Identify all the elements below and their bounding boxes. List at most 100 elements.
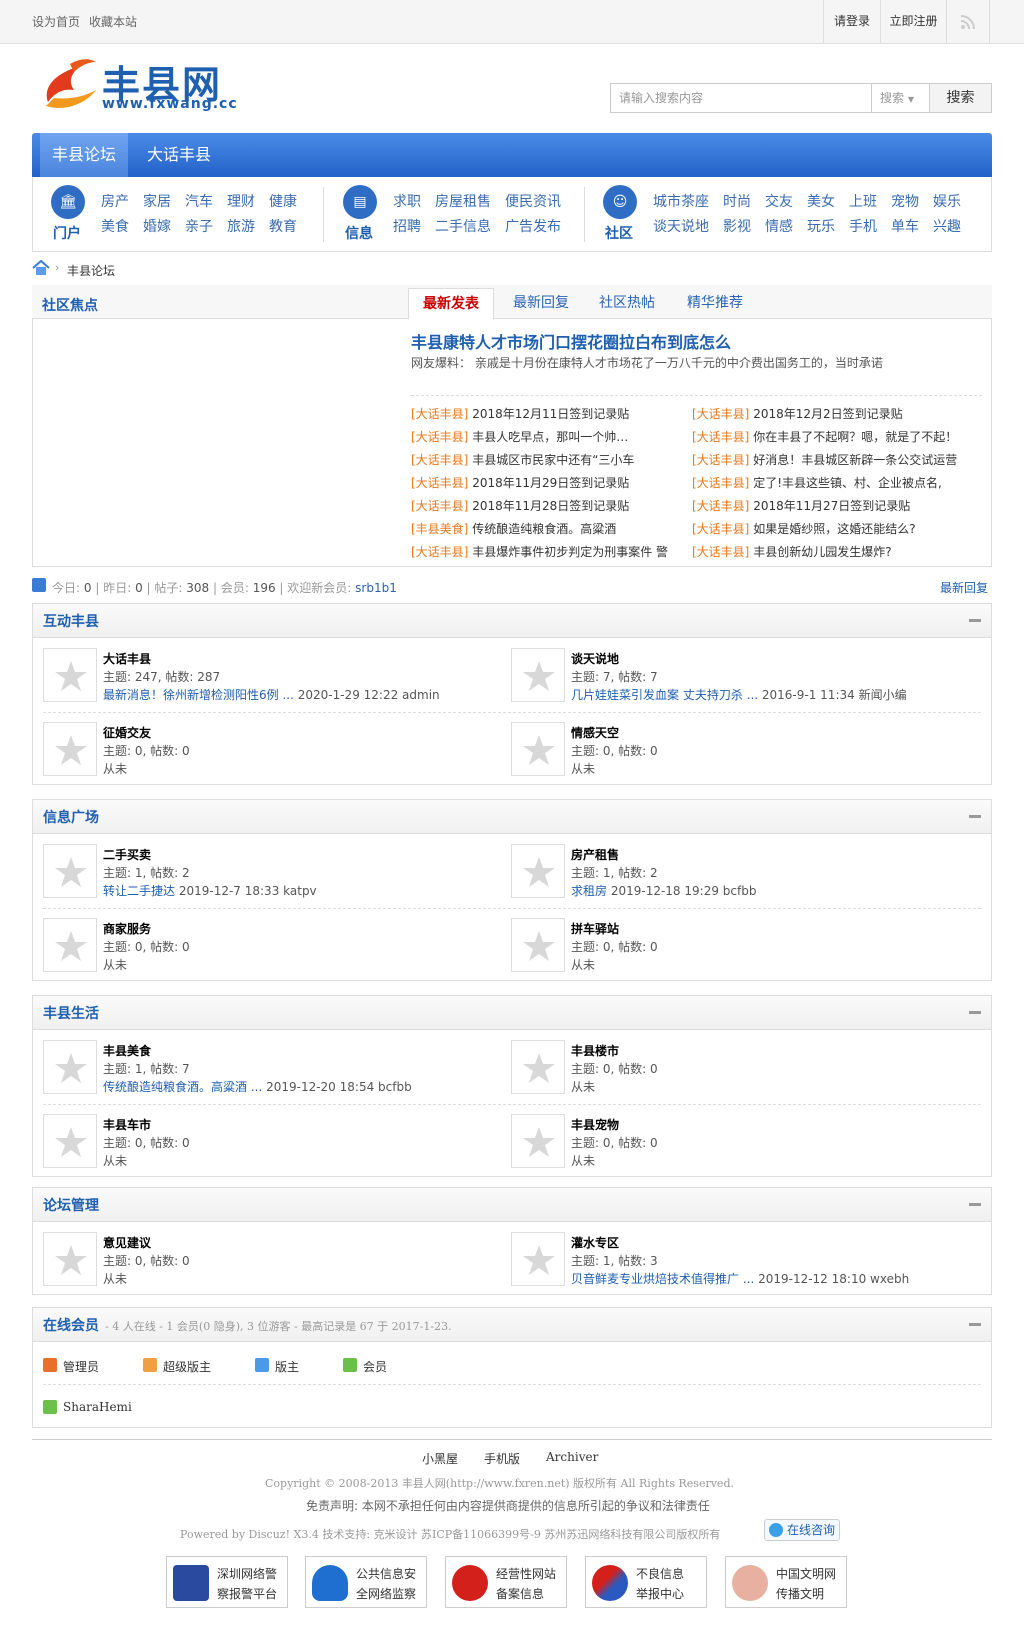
sublink-hiring[interactable]: 招聘 xyxy=(393,216,421,236)
forum-icon[interactable] xyxy=(43,648,97,702)
forum-name[interactable]: 商家服务 xyxy=(103,920,151,937)
sublink-fun[interactable]: 玩乐 xyxy=(807,216,835,236)
forum-name[interactable]: 丰县美食 xyxy=(103,1042,151,1059)
focus-thread-item[interactable]: [大话丰县] 2018年12月2日签到记录贴 xyxy=(692,405,982,422)
tab-latest-posts[interactable]: 最新发表 xyxy=(408,288,494,320)
focus-thread-item[interactable]: [大话丰县] 如果是婚纱照，这婚还能结么? xyxy=(692,520,982,537)
search-button[interactable]: 搜索 xyxy=(930,83,992,113)
thread-title[interactable]: 2018年11月27日签到记录贴 xyxy=(753,499,910,513)
sublink-ads[interactable]: 广告发布 xyxy=(505,216,561,236)
thread-category-tag[interactable]: [大话丰县] xyxy=(411,545,468,559)
focus-thread-item[interactable]: [大话丰县] 定了!丰县这些镇、村、企业被点名, xyxy=(692,474,982,491)
sublink-emotion[interactable]: 情感 xyxy=(765,216,793,236)
forum-icon[interactable] xyxy=(511,844,565,898)
forum-icon[interactable] xyxy=(511,722,565,776)
focus-headline[interactable]: 丰县康特人才市场门口摆花圈拉白布到底怎么 xyxy=(411,329,731,353)
search-input[interactable]: 请输入搜索内容 xyxy=(610,83,872,113)
forum-icon[interactable] xyxy=(43,1114,97,1168)
forum-name[interactable]: 拼车驿站 xyxy=(571,920,619,937)
latest-reply-link[interactable]: 最新回复 xyxy=(940,579,988,596)
footer-link-mobile[interactable]: 手机版 xyxy=(484,1450,520,1467)
thread-title[interactable]: 如果是婚纱照，这婚还能结么? xyxy=(753,522,915,536)
forum-name[interactable]: 丰县楼市 xyxy=(571,1042,619,1059)
thread-category-tag[interactable]: [大话丰县] xyxy=(692,522,749,536)
sublink-finance[interactable]: 理财 xyxy=(227,191,255,211)
thread-title[interactable]: 丰县城区市民家中还有“三小车 xyxy=(472,453,634,467)
register-button[interactable]: 立即注册 xyxy=(880,0,946,43)
tab-featured[interactable]: 精华推荐 xyxy=(672,288,758,320)
thread-title[interactable]: 定了!丰县这些镇、村、企业被点名, xyxy=(753,476,942,490)
thread-category-tag[interactable]: [大话丰县] xyxy=(692,430,749,444)
forum-icon[interactable] xyxy=(511,1114,565,1168)
home-icon[interactable] xyxy=(32,260,50,276)
sublink-bike[interactable]: 单车 xyxy=(891,216,919,236)
thread-title[interactable]: 2018年12月2日签到记录贴 xyxy=(753,407,902,421)
online-user[interactable]: SharaHemi xyxy=(63,1400,132,1414)
rss-button[interactable] xyxy=(946,0,990,43)
login-button[interactable]: 请登录 xyxy=(823,0,880,43)
thread-category-tag[interactable]: [大话丰县] xyxy=(411,453,468,467)
sublink-beauty[interactable]: 美女 xyxy=(807,191,835,211)
nav-tab-forum[interactable]: 丰县论坛 xyxy=(40,133,128,177)
forum-name[interactable]: 丰县宠物 xyxy=(571,1116,619,1133)
thread-title[interactable]: 你在丰县了不起啊？嗯，就是了不起！ xyxy=(753,430,957,444)
focus-thread-item[interactable]: [大话丰县] 丰县爆炸事件初步判定为刑事案件 警 xyxy=(411,543,681,560)
badge-report[interactable]: 不良信息 举报中心 xyxy=(585,1556,707,1608)
forum-icon[interactable] xyxy=(511,918,565,972)
sublink-work[interactable]: 上班 xyxy=(849,191,877,211)
thread-category-tag[interactable]: [丰县美食] xyxy=(411,522,468,536)
sublink-wedding[interactable]: 婚嫁 xyxy=(143,216,171,236)
tab-hot-threads[interactable]: 社区热帖 xyxy=(584,288,670,320)
sublink-dating[interactable]: 交友 xyxy=(765,191,793,211)
thread-category-tag[interactable]: [大话丰县] xyxy=(411,499,468,513)
forum-name[interactable]: 二手买卖 xyxy=(103,846,151,863)
thread-title[interactable]: 2018年11月29日签到记录贴 xyxy=(472,476,629,490)
sublink-parenting[interactable]: 亲子 xyxy=(185,216,213,236)
thread-title[interactable]: 传统酿造纯粮食酒。高粱酒 xyxy=(472,522,616,536)
sublink-convenience[interactable]: 便民资讯 xyxy=(505,191,561,211)
tab-latest-replies[interactable]: 最新回复 xyxy=(498,288,584,320)
forum-icon[interactable] xyxy=(43,918,97,972)
sublink-rent[interactable]: 房屋租售 xyxy=(435,191,491,211)
forum-name[interactable]: 灌水专区 xyxy=(571,1234,619,1251)
focus-thread-item[interactable]: [大话丰县] 丰县城区市民家中还有“三小车 xyxy=(411,451,681,468)
forum-name[interactable]: 情感天空 xyxy=(571,724,619,741)
focus-thread-item[interactable]: [丰县美食] 传统酿造纯粮食酒。高粱酒 xyxy=(411,520,681,537)
collapse-icon[interactable] xyxy=(969,815,981,818)
collapse-icon[interactable] xyxy=(969,1011,981,1014)
sublink-food[interactable]: 美食 xyxy=(101,216,129,236)
sublink-hobby[interactable]: 兴趣 xyxy=(933,216,961,236)
sublink-secondhand[interactable]: 二手信息 xyxy=(435,216,491,236)
category-community[interactable]: 社区 xyxy=(605,223,633,243)
forum-icon[interactable] xyxy=(43,1040,97,1094)
focus-thread-item[interactable]: [大话丰县] 2018年11月27日签到记录贴 xyxy=(692,497,982,514)
sublink-phone[interactable]: 手机 xyxy=(849,216,877,236)
footer-link-blackroom[interactable]: 小黑屋 xyxy=(422,1450,458,1467)
thread-category-tag[interactable]: [大话丰县] xyxy=(411,476,468,490)
forum-icon[interactable] xyxy=(43,844,97,898)
sublink-movies[interactable]: 影视 xyxy=(723,216,751,236)
forum-icon[interactable] xyxy=(511,1040,565,1094)
thread-category-tag[interactable]: [大话丰县] xyxy=(692,476,749,490)
bookmark-link[interactable]: 收藏本站 xyxy=(89,13,137,30)
forum-icon[interactable] xyxy=(511,1232,565,1286)
sublink-pets[interactable]: 宠物 xyxy=(891,191,919,211)
sublink-travel[interactable]: 旅游 xyxy=(227,216,255,236)
forum-icon[interactable] xyxy=(43,722,97,776)
newest-member-link[interactable]: srb1b1 xyxy=(355,581,397,595)
sublink-car[interactable]: 汽车 xyxy=(185,191,213,211)
online-consult-button[interactable]: 在线咨询 xyxy=(764,1519,840,1541)
thread-title[interactable]: 好消息！丰县城区新辟一条公交试运营 xyxy=(753,453,957,467)
forum-name[interactable]: 房产租售 xyxy=(571,846,619,863)
sublink-home[interactable]: 家居 xyxy=(143,191,171,211)
focus-thread-item[interactable]: [大话丰县] 丰县创新幼儿园发生爆炸? xyxy=(692,543,982,560)
forum-name[interactable]: 意见建议 xyxy=(103,1234,151,1251)
online-title[interactable]: 在线会员 xyxy=(43,1315,99,1335)
last-post-link[interactable]: 最新消息！徐州新增检测阳性6例 ... xyxy=(103,688,294,702)
thread-category-tag[interactable]: [大话丰县] xyxy=(692,545,749,559)
badge-commercial[interactable]: 经营性网站 备案信息 xyxy=(445,1556,567,1608)
forum-name[interactable]: 大话丰县 xyxy=(103,650,151,667)
sublink-health[interactable]: 健康 xyxy=(269,191,297,211)
last-post-link[interactable]: 传统酿造纯粮食酒。高粱酒 ... xyxy=(103,1080,262,1094)
focus-thread-item[interactable]: [大话丰县] 2018年11月28日签到记录贴 xyxy=(411,497,681,514)
